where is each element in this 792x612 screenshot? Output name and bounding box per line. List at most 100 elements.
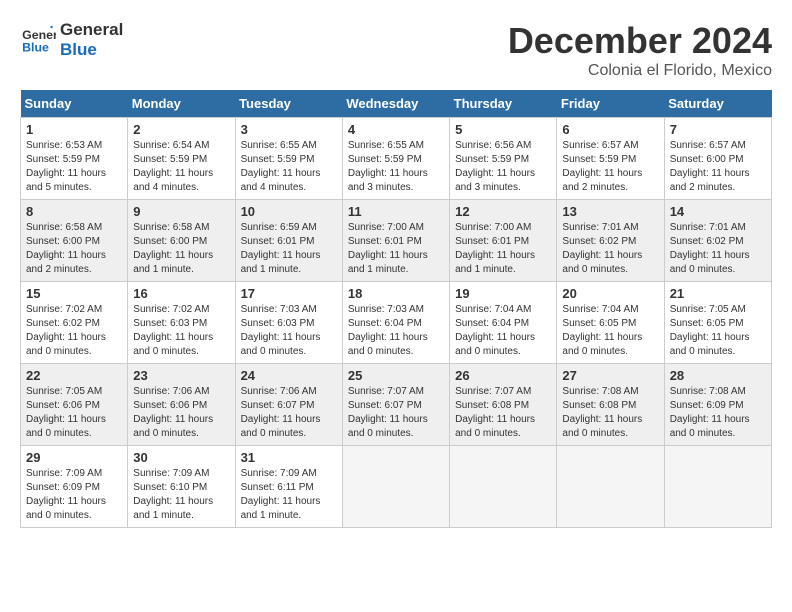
day-info: Sunrise: 7:01 AM Sunset: 6:02 PM Dayligh… xyxy=(562,221,658,277)
day-info: Sunrise: 7:02 AM Sunset: 6:03 PM Dayligh… xyxy=(133,303,229,359)
table-row xyxy=(664,446,771,528)
day-number: 9 xyxy=(133,204,229,219)
table-row: 29 Sunrise: 7:09 AM Sunset: 6:09 PM Dayl… xyxy=(21,446,128,528)
logo-line2: Blue xyxy=(60,40,123,60)
calendar-week-row: 29 Sunrise: 7:09 AM Sunset: 6:09 PM Dayl… xyxy=(21,446,772,528)
table-row: 14 Sunrise: 7:01 AM Sunset: 6:02 PM Dayl… xyxy=(664,200,771,282)
calendar-table: Sunday Monday Tuesday Wednesday Thursday… xyxy=(20,90,772,528)
table-row: 22 Sunrise: 7:05 AM Sunset: 6:06 PM Dayl… xyxy=(21,364,128,446)
day-number: 8 xyxy=(26,204,122,219)
header-saturday: Saturday xyxy=(664,90,771,118)
day-info: Sunrise: 7:00 AM Sunset: 6:01 PM Dayligh… xyxy=(348,221,444,277)
header-monday: Monday xyxy=(128,90,235,118)
day-number: 6 xyxy=(562,122,658,137)
calendar-header-row: Sunday Monday Tuesday Wednesday Thursday… xyxy=(21,90,772,118)
table-row: 10 Sunrise: 6:59 AM Sunset: 6:01 PM Dayl… xyxy=(235,200,342,282)
day-info: Sunrise: 6:54 AM Sunset: 5:59 PM Dayligh… xyxy=(133,139,229,195)
table-row: 4 Sunrise: 6:55 AM Sunset: 5:59 PM Dayli… xyxy=(342,118,449,200)
table-row: 20 Sunrise: 7:04 AM Sunset: 6:05 PM Dayl… xyxy=(557,282,664,364)
day-number: 12 xyxy=(455,204,551,219)
day-number: 29 xyxy=(26,450,122,465)
table-row: 18 Sunrise: 7:03 AM Sunset: 6:04 PM Dayl… xyxy=(342,282,449,364)
table-row: 16 Sunrise: 7:02 AM Sunset: 6:03 PM Dayl… xyxy=(128,282,235,364)
day-info: Sunrise: 6:58 AM Sunset: 6:00 PM Dayligh… xyxy=(133,221,229,277)
day-number: 4 xyxy=(348,122,444,137)
day-number: 26 xyxy=(455,368,551,383)
day-number: 11 xyxy=(348,204,444,219)
day-number: 20 xyxy=(562,286,658,301)
logo-line1: General xyxy=(60,20,123,40)
table-row: 17 Sunrise: 7:03 AM Sunset: 6:03 PM Dayl… xyxy=(235,282,342,364)
table-row: 11 Sunrise: 7:00 AM Sunset: 6:01 PM Dayl… xyxy=(342,200,449,282)
day-number: 13 xyxy=(562,204,658,219)
day-info: Sunrise: 7:04 AM Sunset: 6:05 PM Dayligh… xyxy=(562,303,658,359)
table-row: 13 Sunrise: 7:01 AM Sunset: 6:02 PM Dayl… xyxy=(557,200,664,282)
page-header: General Blue General Blue December 2024 … xyxy=(20,20,772,80)
day-number: 18 xyxy=(348,286,444,301)
day-info: Sunrise: 6:57 AM Sunset: 5:59 PM Dayligh… xyxy=(562,139,658,195)
calendar-week-row: 8 Sunrise: 6:58 AM Sunset: 6:00 PM Dayli… xyxy=(21,200,772,282)
day-number: 3 xyxy=(241,122,337,137)
day-info: Sunrise: 7:07 AM Sunset: 6:07 PM Dayligh… xyxy=(348,385,444,441)
day-info: Sunrise: 7:03 AM Sunset: 6:03 PM Dayligh… xyxy=(241,303,337,359)
day-number: 21 xyxy=(670,286,766,301)
calendar-week-row: 1 Sunrise: 6:53 AM Sunset: 5:59 PM Dayli… xyxy=(21,118,772,200)
day-number: 27 xyxy=(562,368,658,383)
header-thursday: Thursday xyxy=(450,90,557,118)
table-row: 3 Sunrise: 6:55 AM Sunset: 5:59 PM Dayli… xyxy=(235,118,342,200)
table-row: 7 Sunrise: 6:57 AM Sunset: 6:00 PM Dayli… xyxy=(664,118,771,200)
month-title: December 2024 xyxy=(508,20,772,62)
day-info: Sunrise: 6:55 AM Sunset: 5:59 PM Dayligh… xyxy=(348,139,444,195)
day-number: 31 xyxy=(241,450,337,465)
day-info: Sunrise: 6:53 AM Sunset: 5:59 PM Dayligh… xyxy=(26,139,122,195)
day-number: 2 xyxy=(133,122,229,137)
calendar-week-row: 15 Sunrise: 7:02 AM Sunset: 6:02 PM Dayl… xyxy=(21,282,772,364)
table-row xyxy=(342,446,449,528)
table-row: 8 Sunrise: 6:58 AM Sunset: 6:00 PM Dayli… xyxy=(21,200,128,282)
header-friday: Friday xyxy=(557,90,664,118)
day-number: 24 xyxy=(241,368,337,383)
table-row: 28 Sunrise: 7:08 AM Sunset: 6:09 PM Dayl… xyxy=(664,364,771,446)
location-subtitle: Colonia el Florido, Mexico xyxy=(508,62,772,80)
day-info: Sunrise: 6:58 AM Sunset: 6:00 PM Dayligh… xyxy=(26,221,122,277)
table-row: 24 Sunrise: 7:06 AM Sunset: 6:07 PM Dayl… xyxy=(235,364,342,446)
calendar-week-row: 22 Sunrise: 7:05 AM Sunset: 6:06 PM Dayl… xyxy=(21,364,772,446)
table-row: 12 Sunrise: 7:00 AM Sunset: 6:01 PM Dayl… xyxy=(450,200,557,282)
day-info: Sunrise: 7:09 AM Sunset: 6:09 PM Dayligh… xyxy=(26,467,122,523)
table-row: 23 Sunrise: 7:06 AM Sunset: 6:06 PM Dayl… xyxy=(128,364,235,446)
day-number: 1 xyxy=(26,122,122,137)
day-info: Sunrise: 6:56 AM Sunset: 5:59 PM Dayligh… xyxy=(455,139,551,195)
day-info: Sunrise: 7:09 AM Sunset: 6:10 PM Dayligh… xyxy=(133,467,229,523)
table-row: 21 Sunrise: 7:05 AM Sunset: 6:05 PM Dayl… xyxy=(664,282,771,364)
day-number: 10 xyxy=(241,204,337,219)
header-wednesday: Wednesday xyxy=(342,90,449,118)
day-number: 15 xyxy=(26,286,122,301)
day-number: 30 xyxy=(133,450,229,465)
day-info: Sunrise: 7:04 AM Sunset: 6:04 PM Dayligh… xyxy=(455,303,551,359)
day-info: Sunrise: 7:09 AM Sunset: 6:11 PM Dayligh… xyxy=(241,467,337,523)
table-row: 5 Sunrise: 6:56 AM Sunset: 5:59 PM Dayli… xyxy=(450,118,557,200)
table-row xyxy=(557,446,664,528)
day-number: 7 xyxy=(670,122,766,137)
day-info: Sunrise: 6:57 AM Sunset: 6:00 PM Dayligh… xyxy=(670,139,766,195)
day-info: Sunrise: 7:02 AM Sunset: 6:02 PM Dayligh… xyxy=(26,303,122,359)
header-tuesday: Tuesday xyxy=(235,90,342,118)
table-row: 19 Sunrise: 7:04 AM Sunset: 6:04 PM Dayl… xyxy=(450,282,557,364)
day-info: Sunrise: 7:03 AM Sunset: 6:04 PM Dayligh… xyxy=(348,303,444,359)
table-row xyxy=(450,446,557,528)
day-info: Sunrise: 7:01 AM Sunset: 6:02 PM Dayligh… xyxy=(670,221,766,277)
day-number: 22 xyxy=(26,368,122,383)
table-row: 6 Sunrise: 6:57 AM Sunset: 5:59 PM Dayli… xyxy=(557,118,664,200)
day-info: Sunrise: 7:06 AM Sunset: 6:06 PM Dayligh… xyxy=(133,385,229,441)
header-sunday: Sunday xyxy=(21,90,128,118)
table-row: 30 Sunrise: 7:09 AM Sunset: 6:10 PM Dayl… xyxy=(128,446,235,528)
day-number: 16 xyxy=(133,286,229,301)
table-row: 2 Sunrise: 6:54 AM Sunset: 5:59 PM Dayli… xyxy=(128,118,235,200)
day-info: Sunrise: 6:59 AM Sunset: 6:01 PM Dayligh… xyxy=(241,221,337,277)
logo-icon: General Blue xyxy=(20,25,56,55)
day-info: Sunrise: 7:08 AM Sunset: 6:09 PM Dayligh… xyxy=(670,385,766,441)
table-row: 25 Sunrise: 7:07 AM Sunset: 6:07 PM Dayl… xyxy=(342,364,449,446)
day-info: Sunrise: 6:55 AM Sunset: 5:59 PM Dayligh… xyxy=(241,139,337,195)
table-row: 26 Sunrise: 7:07 AM Sunset: 6:08 PM Dayl… xyxy=(450,364,557,446)
table-row: 31 Sunrise: 7:09 AM Sunset: 6:11 PM Dayl… xyxy=(235,446,342,528)
